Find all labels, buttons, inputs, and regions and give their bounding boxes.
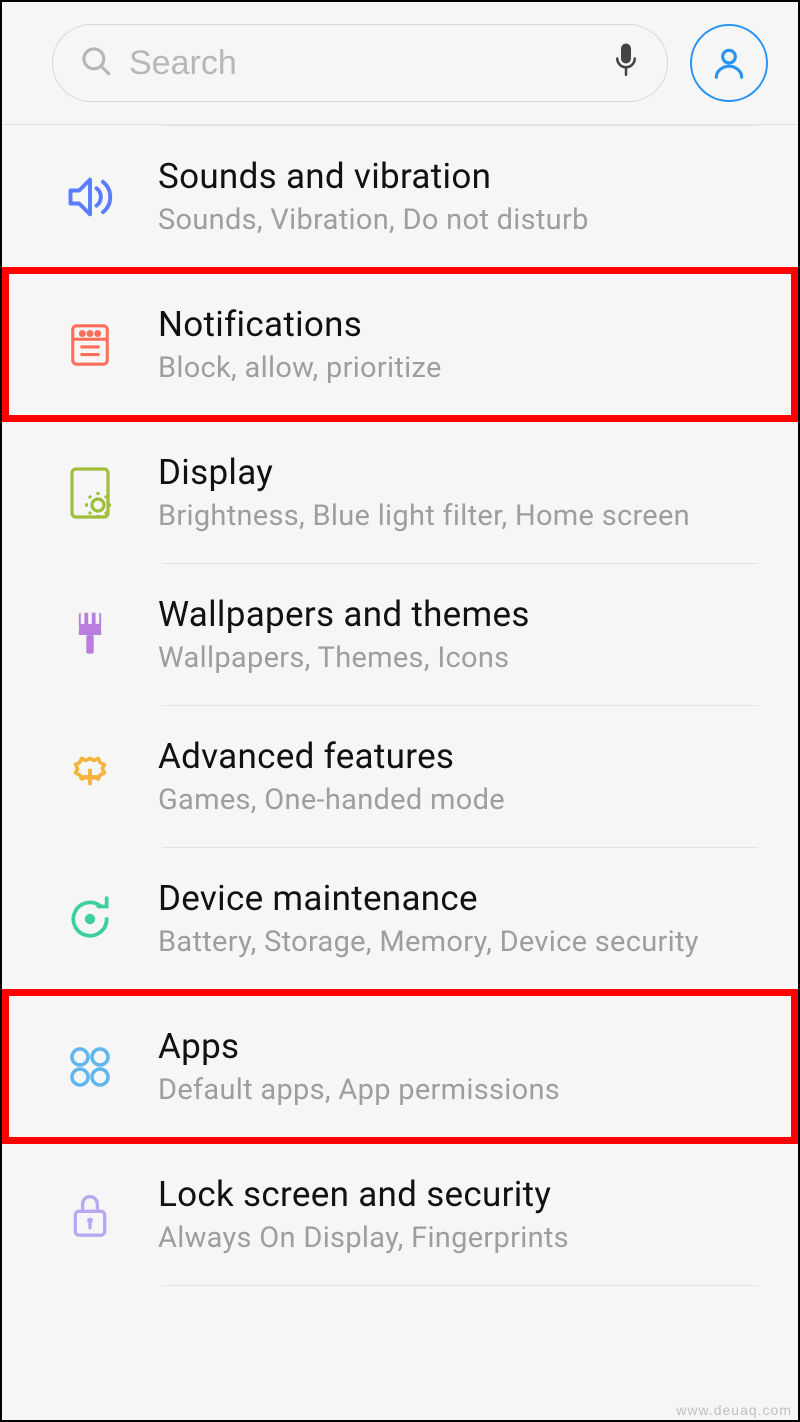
refresh-icon xyxy=(62,891,118,947)
item-title: Sounds and vibration xyxy=(158,156,758,197)
divider xyxy=(162,1285,758,1286)
watermark: www.deuaq.com xyxy=(676,1402,792,1418)
settings-item-apps[interactable]: Apps Default apps, App permissions xyxy=(2,989,798,1144)
item-subtitle: Block, allow, prioritize xyxy=(158,351,751,385)
settings-item-advanced[interactable]: Advanced features Games, One-handed mode xyxy=(2,706,798,847)
lock-icon xyxy=(62,1187,118,1243)
item-title: Advanced features xyxy=(158,736,758,777)
settings-item-wallpapers[interactable]: Wallpapers and themes Wallpapers, Themes… xyxy=(2,564,798,705)
settings-item-lockscreen[interactable]: Lock screen and security Always On Displ… xyxy=(2,1144,798,1285)
settings-header xyxy=(2,2,798,125)
apps-icon xyxy=(62,1039,118,1095)
microphone-icon[interactable] xyxy=(611,41,641,85)
settings-item-display[interactable]: Display Brightness, Blue light filter, H… xyxy=(2,422,798,563)
item-title: Notifications xyxy=(158,304,751,345)
display-icon xyxy=(62,465,118,521)
item-subtitle: Brightness, Blue light filter, Home scre… xyxy=(158,499,758,533)
item-title: Apps xyxy=(158,1026,751,1067)
brush-icon xyxy=(62,607,118,663)
search-field[interactable] xyxy=(52,24,668,102)
item-subtitle: Sounds, Vibration, Do not disturb xyxy=(158,203,758,237)
notifications-icon xyxy=(62,317,118,373)
item-title: Display xyxy=(158,452,758,493)
settings-list: Sounds and vibration Sounds, Vibration, … xyxy=(2,125,798,1286)
item-subtitle: Default apps, App permissions xyxy=(158,1073,751,1107)
item-subtitle: Battery, Storage, Memory, Device securit… xyxy=(158,925,758,959)
item-subtitle: Wallpapers, Themes, Icons xyxy=(158,641,758,675)
settings-item-notifications[interactable]: Notifications Block, allow, prioritize xyxy=(2,267,798,422)
item-title: Lock screen and security xyxy=(158,1174,758,1215)
account-avatar-button[interactable] xyxy=(690,24,768,102)
search-icon xyxy=(79,44,113,82)
settings-item-maintenance[interactable]: Device maintenance Battery, Storage, Mem… xyxy=(2,848,798,989)
item-subtitle: Always On Display, Fingerprints xyxy=(158,1221,758,1255)
gear-plus-icon xyxy=(62,749,118,805)
item-title: Wallpapers and themes xyxy=(158,594,758,635)
settings-item-sounds[interactable]: Sounds and vibration Sounds, Vibration, … xyxy=(2,126,798,267)
item-title: Device maintenance xyxy=(158,878,758,919)
search-input[interactable] xyxy=(129,44,595,83)
item-subtitle: Games, One-handed mode xyxy=(158,783,758,817)
sound-icon xyxy=(62,169,118,225)
